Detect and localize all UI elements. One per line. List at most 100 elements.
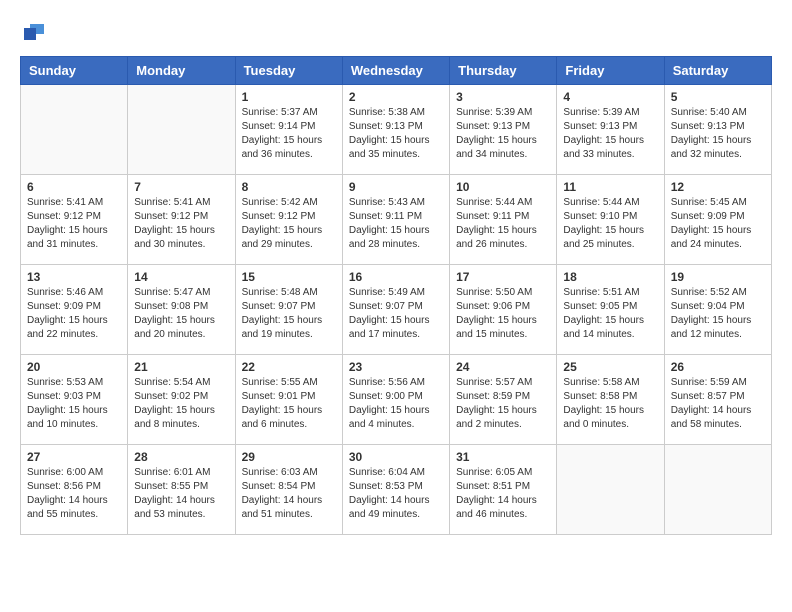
day-number: 18 xyxy=(563,270,657,284)
day-info: Sunrise: 5:41 AM Sunset: 9:12 PM Dayligh… xyxy=(134,196,228,252)
calendar-cell: 22Sunrise: 5:55 AM Sunset: 9:01 PM Dayli… xyxy=(235,355,342,445)
calendar-week-row: 13 Sunrise: 5:46 AM Sunset: 9:09 PM Dayli… xyxy=(21,265,772,355)
day-number: 14 xyxy=(134,270,228,284)
calendar-cell: 28 Sunrise: 6:01 AM Sunset: 8:55 PM Dayli… xyxy=(128,445,235,535)
day-number: 25 xyxy=(563,360,657,374)
logo-icon xyxy=(22,20,46,44)
calendar-cell: 13 Sunrise: 5:46 AM Sunset: 9:09 PM Dayli… xyxy=(21,265,128,355)
day-number: 31 xyxy=(456,450,550,464)
day-info: Sunrise: 5:48 AM Sunset: 9:07 PM Dayligh… xyxy=(242,286,336,342)
day-info: Sunrise: 5:59 AM Sunset: 8:57 PM Dayligh… xyxy=(671,376,765,432)
day-info: Sunrise: 5:44 AM Sunset: 9:10 PM Dayligh… xyxy=(563,196,657,252)
day-number: 29 xyxy=(242,450,336,464)
calendar-cell: 10 Sunrise: 5:44 AM Sunset: 9:11 PM Dayli… xyxy=(450,175,557,265)
calendar-week-row: 6 Sunrise: 5:41 AM Sunset: 9:12 PM Daylig… xyxy=(21,175,772,265)
calendar-cell: 24 Sunrise: 5:57 AM Sunset: 8:59 PM Dayli… xyxy=(450,355,557,445)
day-info: Sunrise: 6:03 AM Sunset: 8:54 PM Dayligh… xyxy=(242,466,336,522)
calendar-cell: 9Sunrise: 5:43 AM Sunset: 9:11 PM Daylig… xyxy=(342,175,449,265)
day-info: Sunrise: 5:57 AM Sunset: 8:59 PM Dayligh… xyxy=(456,376,550,432)
calendar-cell: 26Sunrise: 5:59 AM Sunset: 8:57 PM Dayli… xyxy=(664,355,771,445)
day-number: 28 xyxy=(134,450,228,464)
calendar-header-row: SundayMondayTuesdayWednesdayThursdayFrid… xyxy=(21,57,772,85)
day-info: Sunrise: 5:39 AM Sunset: 9:13 PM Dayligh… xyxy=(456,106,550,162)
day-number: 6 xyxy=(27,180,121,194)
calendar-week-row: 1 Sunrise: 5:37 AM Sunset: 9:14 PM Daylig… xyxy=(21,85,772,175)
calendar-cell xyxy=(21,85,128,175)
day-number: 5 xyxy=(671,90,765,104)
day-number: 3 xyxy=(456,90,550,104)
day-of-week-header: Thursday xyxy=(450,57,557,85)
day-info: Sunrise: 6:05 AM Sunset: 8:51 PM Dayligh… xyxy=(456,466,550,522)
day-of-week-header: Wednesday xyxy=(342,57,449,85)
day-number: 15 xyxy=(242,270,336,284)
calendar-cell: 27Sunrise: 6:00 AM Sunset: 8:56 PM Dayli… xyxy=(21,445,128,535)
day-info: Sunrise: 5:44 AM Sunset: 9:11 PM Dayligh… xyxy=(456,196,550,252)
day-info: Sunrise: 5:50 AM Sunset: 9:06 PM Dayligh… xyxy=(456,286,550,342)
day-number: 8 xyxy=(242,180,336,194)
day-info: Sunrise: 5:41 AM Sunset: 9:12 PM Dayligh… xyxy=(27,196,121,252)
day-info: Sunrise: 5:38 AM Sunset: 9:13 PM Dayligh… xyxy=(349,106,443,162)
calendar-cell: 6 Sunrise: 5:41 AM Sunset: 9:12 PM Daylig… xyxy=(21,175,128,265)
day-info: Sunrise: 5:40 AM Sunset: 9:13 PM Dayligh… xyxy=(671,106,765,162)
page-header xyxy=(20,20,772,40)
day-info: Sunrise: 5:46 AM Sunset: 9:09 PM Dayligh… xyxy=(27,286,121,342)
day-number: 20 xyxy=(27,360,121,374)
day-info: Sunrise: 5:53 AM Sunset: 9:03 PM Dayligh… xyxy=(27,376,121,432)
calendar-cell: 17 Sunrise: 5:50 AM Sunset: 9:06 PM Dayli… xyxy=(450,265,557,355)
calendar-cell: 19 Sunrise: 5:52 AM Sunset: 9:04 PM Dayli… xyxy=(664,265,771,355)
day-info: Sunrise: 6:04 AM Sunset: 8:53 PM Dayligh… xyxy=(349,466,443,522)
day-info: Sunrise: 5:49 AM Sunset: 9:07 PM Dayligh… xyxy=(349,286,443,342)
day-info: Sunrise: 5:42 AM Sunset: 9:12 PM Dayligh… xyxy=(242,196,336,252)
calendar-cell: 5 Sunrise: 5:40 AM Sunset: 9:13 PM Daylig… xyxy=(664,85,771,175)
calendar-cell: 21Sunrise: 5:54 AM Sunset: 9:02 PM Dayli… xyxy=(128,355,235,445)
day-number: 23 xyxy=(349,360,443,374)
day-number: 17 xyxy=(456,270,550,284)
day-info: Sunrise: 6:01 AM Sunset: 8:55 PM Dayligh… xyxy=(134,466,228,522)
calendar-cell: 3 Sunrise: 5:39 AM Sunset: 9:13 PM Daylig… xyxy=(450,85,557,175)
calendar-cell: 15 Sunrise: 5:48 AM Sunset: 9:07 PM Dayli… xyxy=(235,265,342,355)
day-number: 1 xyxy=(242,90,336,104)
calendar-cell xyxy=(664,445,771,535)
day-of-week-header: Tuesday xyxy=(235,57,342,85)
calendar-cell xyxy=(557,445,664,535)
day-info: Sunrise: 5:45 AM Sunset: 9:09 PM Dayligh… xyxy=(671,196,765,252)
day-info: Sunrise: 5:56 AM Sunset: 9:00 PM Dayligh… xyxy=(349,376,443,432)
day-number: 19 xyxy=(671,270,765,284)
day-number: 21 xyxy=(134,360,228,374)
day-number: 30 xyxy=(349,450,443,464)
day-info: Sunrise: 5:37 AM Sunset: 9:14 PM Dayligh… xyxy=(242,106,336,162)
day-of-week-header: Monday xyxy=(128,57,235,85)
day-number: 16 xyxy=(349,270,443,284)
day-number: 10 xyxy=(456,180,550,194)
calendar-cell: 29 Sunrise: 6:03 AM Sunset: 8:54 PM Dayli… xyxy=(235,445,342,535)
day-info: Sunrise: 5:47 AM Sunset: 9:08 PM Dayligh… xyxy=(134,286,228,342)
day-number: 2 xyxy=(349,90,443,104)
calendar-cell: 30 Sunrise: 6:04 AM Sunset: 8:53 PM Dayli… xyxy=(342,445,449,535)
calendar-cell: 23 Sunrise: 5:56 AM Sunset: 9:00 PM Dayli… xyxy=(342,355,449,445)
calendar-cell: 14 Sunrise: 5:47 AM Sunset: 9:08 PM Dayli… xyxy=(128,265,235,355)
day-number: 4 xyxy=(563,90,657,104)
calendar-cell: 31 Sunrise: 6:05 AM Sunset: 8:51 PM Dayli… xyxy=(450,445,557,535)
day-of-week-header: Saturday xyxy=(664,57,771,85)
calendar-week-row: 27Sunrise: 6:00 AM Sunset: 8:56 PM Dayli… xyxy=(21,445,772,535)
calendar-cell: 8 Sunrise: 5:42 AM Sunset: 9:12 PM Daylig… xyxy=(235,175,342,265)
day-number: 24 xyxy=(456,360,550,374)
day-of-week-header: Sunday xyxy=(21,57,128,85)
day-number: 7 xyxy=(134,180,228,194)
day-info: Sunrise: 5:58 AM Sunset: 8:58 PM Dayligh… xyxy=(563,376,657,432)
day-info: Sunrise: 5:55 AM Sunset: 9:01 PM Dayligh… xyxy=(242,376,336,432)
day-number: 13 xyxy=(27,270,121,284)
calendar-cell: 11 Sunrise: 5:44 AM Sunset: 9:10 PM Dayli… xyxy=(557,175,664,265)
day-info: Sunrise: 5:52 AM Sunset: 9:04 PM Dayligh… xyxy=(671,286,765,342)
calendar-cell: 7 Sunrise: 5:41 AM Sunset: 9:12 PM Daylig… xyxy=(128,175,235,265)
day-info: Sunrise: 5:39 AM Sunset: 9:13 PM Dayligh… xyxy=(563,106,657,162)
calendar-cell: 12 Sunrise: 5:45 AM Sunset: 9:09 PM Dayli… xyxy=(664,175,771,265)
calendar-cell: 4 Sunrise: 5:39 AM Sunset: 9:13 PM Daylig… xyxy=(557,85,664,175)
day-info: Sunrise: 5:43 AM Sunset: 9:11 PM Dayligh… xyxy=(349,196,443,252)
logo xyxy=(20,20,46,40)
day-number: 11 xyxy=(563,180,657,194)
calendar-week-row: 20 Sunrise: 5:53 AM Sunset: 9:03 PM Dayli… xyxy=(21,355,772,445)
day-number: 12 xyxy=(671,180,765,194)
calendar-cell: 25 Sunrise: 5:58 AM Sunset: 8:58 PM Dayli… xyxy=(557,355,664,445)
day-of-week-header: Friday xyxy=(557,57,664,85)
